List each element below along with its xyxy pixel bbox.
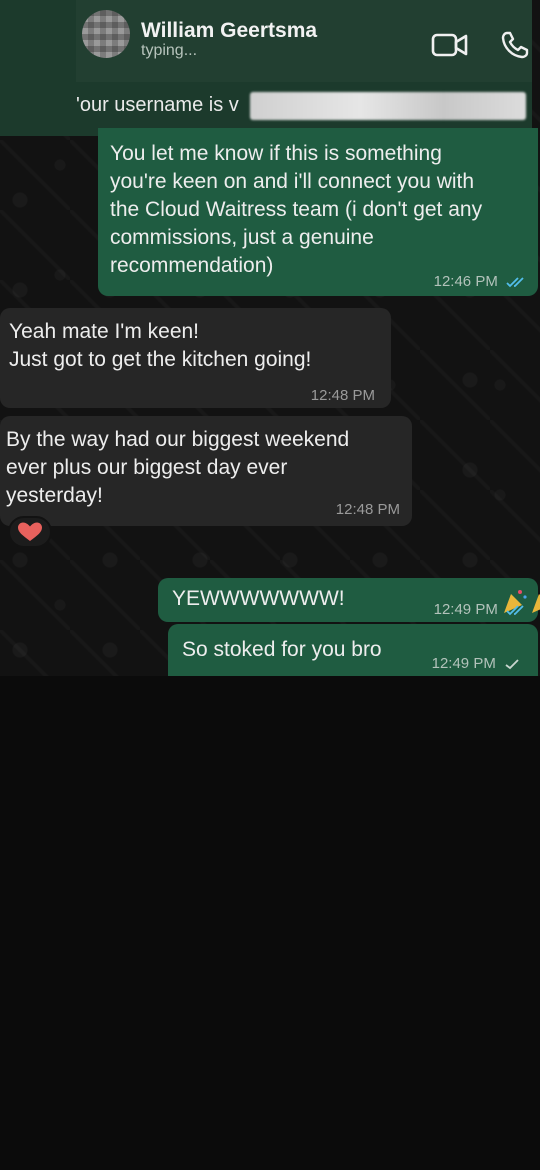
message-bubble-outgoing[interactable]: You let me know if this is something you… bbox=[98, 128, 538, 296]
heart-icon bbox=[18, 522, 42, 541]
message-bubble-outgoing[interactable]: So stoked for you bro 12:49 PM bbox=[168, 624, 538, 676]
message-text: You let me know if this is something you… bbox=[110, 142, 483, 277]
contact-status: typing... bbox=[141, 42, 198, 59]
message-bubble-incoming[interactable]: By the way had our biggest weekend ever … bbox=[0, 416, 412, 526]
contact-avatar[interactable] bbox=[82, 10, 130, 58]
empty-background bbox=[0, 676, 540, 1170]
message-time: 12:49 PM bbox=[432, 655, 520, 672]
message-text: So stoked for you bro bbox=[182, 638, 382, 661]
message-bubble-outgoing[interactable]: YEWWWWWWW! 12:49 PM bbox=[158, 578, 540, 622]
video-camera-icon[interactable] bbox=[431, 32, 469, 58]
redacted-username bbox=[250, 92, 526, 120]
message-text: Yeah mate I'm keen! Just got to get the … bbox=[9, 320, 312, 371]
timestamp: 12:49 PM bbox=[433, 601, 498, 618]
reaction-badge[interactable] bbox=[8, 516, 52, 548]
notice-strip: 'our username is v bbox=[0, 86, 532, 126]
phone-icon[interactable] bbox=[500, 30, 530, 60]
message-text: By the way had our biggest weekend ever … bbox=[6, 428, 350, 507]
timestamp: 12:48 PM bbox=[310, 387, 375, 404]
double-tick-read-icon bbox=[506, 605, 524, 616]
notice-text: 'our username is v bbox=[76, 94, 239, 116]
message-time: 12:49 PM bbox=[434, 601, 528, 618]
chat-area: William Geertsma typing... 'our username… bbox=[0, 0, 540, 676]
timestamp: 12:49 PM bbox=[431, 655, 496, 672]
message-time: 12:46 PM bbox=[434, 273, 528, 290]
contact-name[interactable]: William Geertsma bbox=[141, 19, 317, 43]
message-bubble-incoming[interactable]: Yeah mate I'm keen! Just got to get the … bbox=[0, 308, 391, 408]
timestamp: 12:46 PM bbox=[433, 273, 498, 290]
message-text: YEWWWWWWW! bbox=[172, 587, 345, 610]
chat-header: William Geertsma typing... 'our username… bbox=[0, 0, 532, 136]
double-tick-read-icon bbox=[506, 277, 524, 288]
timestamp: 12:48 PM bbox=[335, 501, 400, 518]
single-tick-sent-icon bbox=[505, 659, 519, 670]
